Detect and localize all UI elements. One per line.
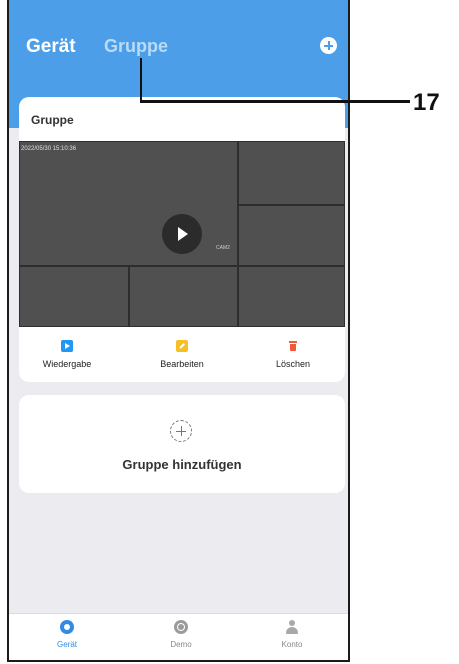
add-group-card[interactable]: Gruppe hinzufügen (19, 395, 345, 493)
bottom-nav: Gerät Demo Konto (9, 613, 348, 660)
delete-button[interactable]: Löschen (243, 340, 343, 369)
preview-timestamp: 2022/05/30 15:10:36 (21, 146, 77, 152)
demo-icon (174, 620, 188, 634)
tab-device[interactable]: Gerät (26, 36, 76, 58)
edit-icon (176, 340, 188, 352)
group-card-title: Gruppe (31, 113, 74, 127)
delete-label: Löschen (275, 359, 311, 369)
add-circle-dashed-icon (170, 420, 192, 442)
camera-cell-main[interactable] (19, 141, 238, 266)
edit-button[interactable]: Bearbeiten (132, 340, 232, 369)
add-group-label: Gruppe hinzufügen (122, 457, 242, 472)
nav-label-device: Gerät (56, 640, 77, 649)
camera-cell[interactable] (238, 141, 345, 205)
callout-number: 17 (413, 89, 440, 116)
trash-icon (287, 340, 299, 352)
nav-label-account: Konto (281, 640, 303, 649)
playback-button[interactable]: Wiedergabe (17, 340, 117, 369)
callout-line-horizontal (140, 100, 410, 103)
plus-circle-icon[interactable] (320, 37, 337, 54)
nav-item-demo[interactable]: Demo (151, 620, 211, 649)
camera-cell[interactable] (238, 205, 345, 266)
camera-cell[interactable] (19, 266, 129, 327)
device-icon (60, 620, 74, 634)
playback-icon (61, 340, 73, 352)
nav-item-device[interactable]: Gerät (37, 620, 97, 649)
play-button[interactable] (162, 214, 202, 254)
camera-label: CAM2 (216, 245, 230, 251)
nav-item-account[interactable]: Konto (262, 620, 322, 649)
account-icon (285, 620, 299, 634)
camera-grid-preview[interactable]: 2022/05/30 15:10:36 CAM2 (19, 141, 345, 327)
playback-label: Wiedergabe (42, 359, 92, 369)
tab-group[interactable]: Gruppe (104, 36, 168, 57)
camera-cell[interactable] (238, 266, 345, 327)
callout-line-vertical (140, 58, 142, 102)
edit-label: Bearbeiten (160, 359, 204, 369)
group-card: Gruppe 2022/05/30 15:10:36 CAM2 Wiederga… (19, 97, 345, 382)
camera-cell[interactable] (129, 266, 238, 327)
nav-label-demo: Demo (170, 640, 192, 649)
